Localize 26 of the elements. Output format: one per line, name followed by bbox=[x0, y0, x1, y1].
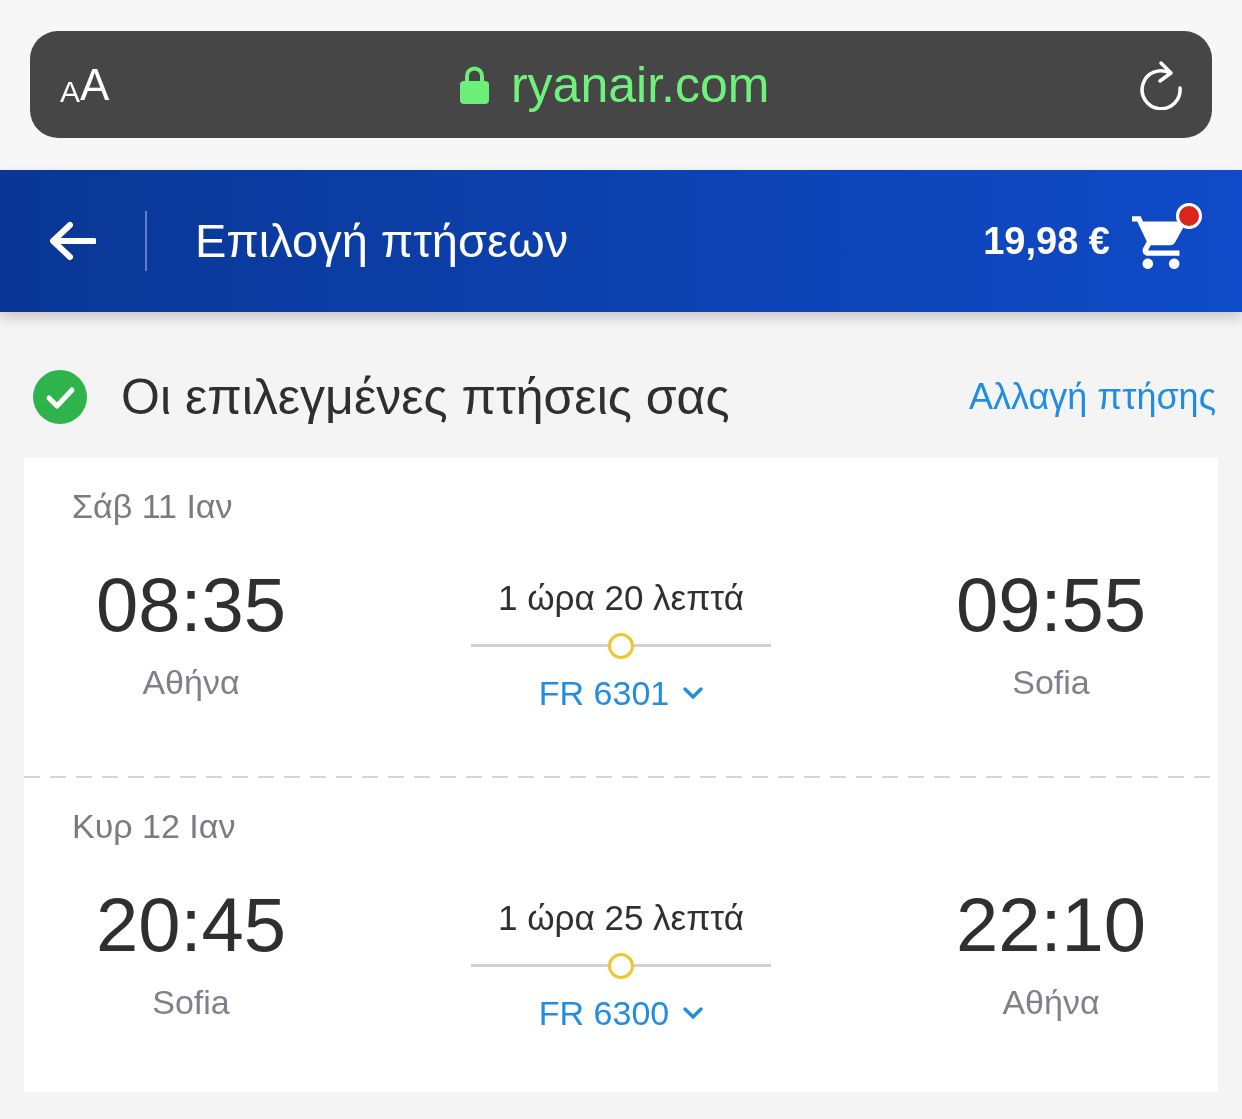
arrival-time: 09:55 bbox=[955, 567, 1147, 643]
flight-duration: 1 ώρα 25 λεπτά bbox=[498, 898, 744, 938]
text-size-button[interactable]: AA bbox=[60, 62, 110, 107]
flight-duration: 1 ώρα 20 λεπτά bbox=[498, 578, 744, 618]
circle-marker-icon bbox=[608, 953, 634, 979]
departure-time: 20:45 bbox=[95, 887, 287, 963]
flight-number-link[interactable]: FR 6301 bbox=[538, 673, 704, 713]
arrival-city: Αθήνα bbox=[1002, 982, 1100, 1022]
flight-number-link[interactable]: FR 6300 bbox=[538, 993, 704, 1033]
section-title: Οι επιλεγμένες πτήσεις σας bbox=[121, 368, 730, 426]
back-arrow-icon[interactable] bbox=[48, 221, 96, 261]
departure-time: 08:35 bbox=[95, 567, 287, 643]
circle-marker-icon bbox=[608, 633, 634, 659]
check-circle-icon bbox=[33, 370, 87, 424]
arrival-time: 22:10 bbox=[955, 887, 1147, 963]
arrival-city: Sofia bbox=[1012, 662, 1090, 702]
departure-city: Αθήνα bbox=[142, 662, 240, 702]
lock-icon bbox=[459, 65, 489, 104]
cart-total: 19,98 € bbox=[983, 219, 1110, 264]
url-text: ryanair.com bbox=[510, 55, 770, 115]
address-bar[interactable]: AA ryanair.com bbox=[30, 31, 1212, 138]
departure-city: Sofia bbox=[152, 982, 230, 1022]
flight-date: Σάβ 11 Ιαν bbox=[72, 486, 233, 526]
header-title: Επιλογή πτήσεων bbox=[195, 214, 569, 268]
change-flight-link[interactable]: Αλλαγή πτήσης bbox=[969, 375, 1216, 419]
flight-date: Κυρ 12 Ιαν bbox=[72, 806, 236, 846]
